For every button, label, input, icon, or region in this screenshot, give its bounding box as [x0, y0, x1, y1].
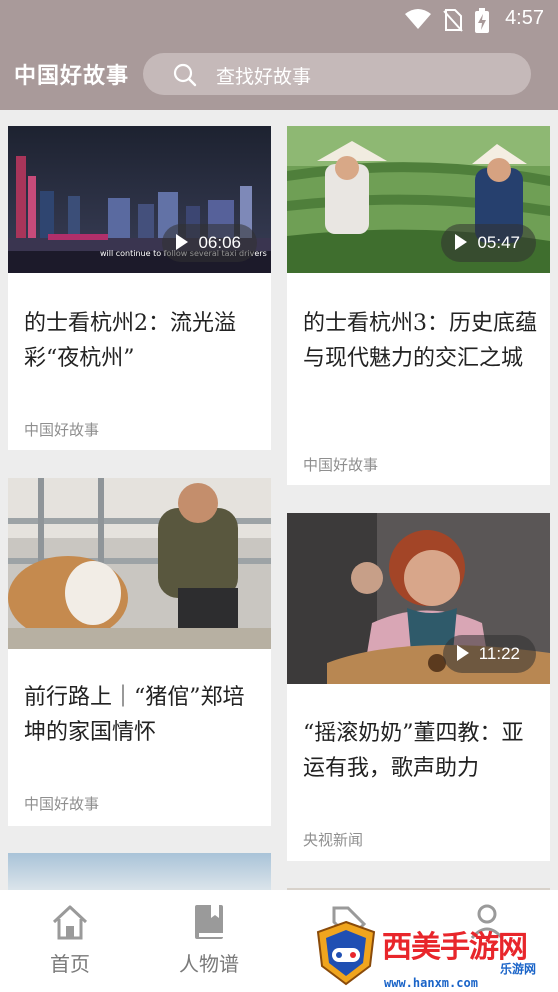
story-card[interactable]: [8, 853, 271, 890]
watermark-sub: 乐游网: [500, 962, 537, 976]
nav-home-label: 首页: [50, 952, 90, 976]
story-card[interactable]: will continue to follow several taxi dri…: [8, 126, 271, 450]
card-title: “摇滚奶奶”董四教：亚运有我，歌声助力: [303, 721, 524, 781]
clock: 4:57: [505, 7, 544, 29]
card-title: 的士看杭州2：流光溢彩“夜杭州”: [24, 311, 236, 371]
app-title: 中国好故事: [14, 63, 130, 89]
video-thumbnail[interactable]: will continue to follow several taxi dri…: [8, 126, 271, 273]
nav-people-label: 人物谱: [179, 952, 239, 976]
wifi-icon: [405, 9, 431, 29]
duration-badge: 05:47: [441, 224, 536, 262]
watermark-url: www.hanxm.com: [384, 976, 478, 990]
duration-badge: 06:06: [162, 224, 257, 262]
no-sim-icon: [443, 9, 463, 32]
card-source: 央视新闻: [303, 831, 364, 849]
story-thumbnail[interactable]: [8, 478, 271, 649]
search-bar[interactable]: 查找好故事: [143, 53, 531, 95]
status-bar: 4:57: [0, 0, 558, 38]
card-title: 前行路上｜“猪倌”郑培坤的家国情怀: [24, 685, 245, 745]
play-icon: [456, 645, 469, 661]
story-thumbnail[interactable]: [8, 853, 271, 890]
nav-home[interactable]: 首页: [20, 902, 120, 977]
play-icon: [455, 234, 468, 250]
app-header: 中国好故事 查找好故事: [0, 38, 558, 110]
battery-charging-icon: [475, 8, 489, 33]
story-card[interactable]: 前行路上｜“猪倌”郑培坤的家国情怀 中国好故事: [8, 478, 271, 826]
video-thumbnail[interactable]: 05:47: [287, 126, 550, 273]
watermark-shield-logo: [316, 920, 376, 986]
search-icon: [173, 63, 197, 87]
book-icon: [195, 905, 223, 939]
card-source: 中国好故事: [24, 795, 100, 813]
story-card[interactable]: 11:22 “摇滚奶奶”董四教：亚运有我，歌声助力 央视新闻: [287, 513, 550, 861]
site-watermark: 西美手游网 乐游网 www.hanxm.com: [310, 900, 558, 990]
nav-people[interactable]: 人物谱: [159, 902, 259, 977]
card-title: 的士看杭州3：历史底蕴与现代魅力的交汇之城: [303, 311, 537, 371]
card-source: 中国好故事: [303, 456, 379, 474]
bottom-navigation: 首页 人物谱 西美手游网 乐游网 www.hanxm.com: [0, 890, 558, 992]
home-icon: [52, 905, 88, 940]
cattle-farm-image: [8, 478, 271, 649]
video-thumbnail[interactable]: 11:22: [287, 513, 550, 684]
play-icon: [176, 234, 189, 250]
card-source: 中国好故事: [24, 421, 100, 439]
duration-badge: 11:22: [442, 635, 536, 673]
search-placeholder: 查找好故事: [216, 66, 312, 88]
story-feed[interactable]: will continue to follow several taxi dri…: [0, 110, 558, 890]
story-card[interactable]: 05:47 的士看杭州3：历史底蕴与现代魅力的交汇之城 中国好故事: [287, 126, 550, 485]
